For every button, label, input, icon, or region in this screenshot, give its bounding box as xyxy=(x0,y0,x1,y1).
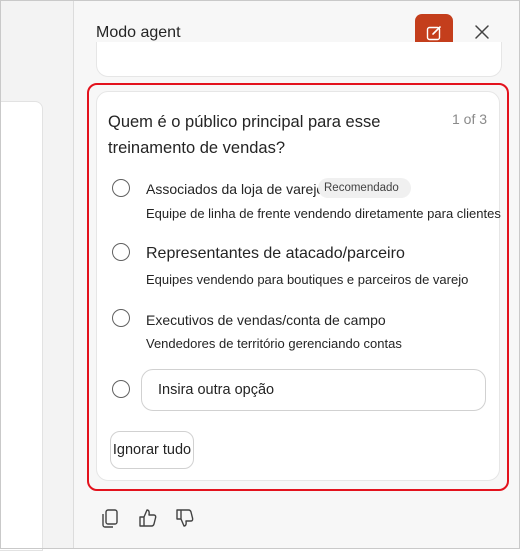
compose-edit-icon xyxy=(426,25,441,40)
close-icon xyxy=(475,25,489,39)
copy-icon xyxy=(102,509,118,528)
document-canvas xyxy=(0,0,73,551)
close-button[interactable] xyxy=(470,20,494,44)
copy-button[interactable] xyxy=(99,507,121,529)
previous-message-card xyxy=(96,42,502,77)
dislike-button[interactable] xyxy=(174,507,196,529)
document-page xyxy=(0,101,43,551)
thumbs-up-icon xyxy=(139,509,157,527)
panel-title: Modo agent xyxy=(96,24,181,41)
highlight-outline xyxy=(87,83,509,491)
like-button[interactable] xyxy=(137,507,159,529)
thumbs-down-icon xyxy=(176,509,194,527)
